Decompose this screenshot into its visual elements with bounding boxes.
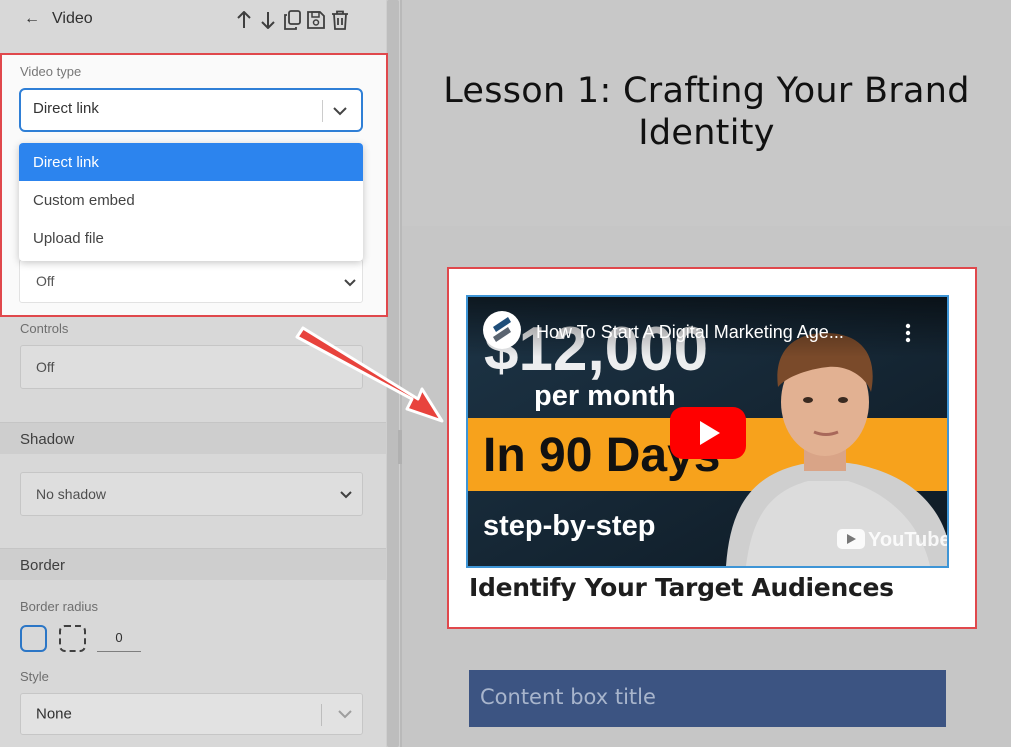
trash-icon[interactable]	[330, 8, 350, 32]
autoplay-select[interactable]: Off	[19, 259, 363, 303]
channel-avatar[interactable]	[483, 311, 521, 349]
shadow-section-header[interactable]: Shadow	[0, 422, 386, 454]
panel-toolbar	[234, 8, 350, 32]
back-button[interactable]: ← Video	[24, 10, 93, 28]
back-arrow-icon: ←	[24, 10, 40, 27]
border-style-label: Style	[20, 669, 49, 684]
video-caption: Identify Your Target Audiences	[469, 573, 894, 602]
video-type-dropdown: Direct link Custom embed Upload file	[19, 143, 363, 261]
option-direct-link[interactable]: Direct link	[19, 143, 363, 181]
autoplay-value: Off	[36, 273, 55, 289]
shadow-value: No shadow	[36, 486, 107, 502]
save-icon[interactable]	[306, 8, 326, 32]
select-separator	[322, 100, 323, 122]
chevron-down-icon	[338, 706, 352, 722]
border-style-select[interactable]: None	[20, 693, 363, 735]
border-radius-input[interactable]: 0	[97, 626, 141, 652]
chevron-down-icon	[344, 274, 356, 292]
border-style-value: None	[36, 705, 72, 723]
panel-topbar: ← Video	[0, 0, 386, 42]
video-player[interactable]: $12,000 per month In 90 Days step-by-ste…	[466, 295, 949, 568]
play-button-icon[interactable]	[670, 407, 746, 459]
panel-title: Video	[52, 10, 93, 27]
controls-value: Off	[36, 359, 55, 375]
annotation-arrow-icon	[295, 326, 444, 423]
arrow-up-icon[interactable]	[234, 8, 254, 32]
thumbnail-footer-text: step-by-step	[483, 510, 655, 542]
border-section-header[interactable]: Border	[0, 548, 386, 580]
arrow-down-icon[interactable]	[258, 8, 278, 32]
video-type-value: Direct link	[33, 100, 99, 117]
content-box-title[interactable]: Content box title	[480, 685, 656, 709]
shadow-select[interactable]: No shadow	[20, 472, 363, 516]
lesson-title: Lesson 1: Crafting Your Brand Identity	[443, 71, 970, 153]
radius-individual-corners-icon[interactable]	[59, 625, 86, 652]
youtube-logo-icon[interactable]: YouTube	[837, 529, 947, 551]
option-custom-embed[interactable]: Custom embed	[19, 181, 363, 219]
video-title[interactable]: How To Start A Digital Marketing Age...	[536, 322, 844, 342]
video-type-select[interactable]: Direct link	[19, 88, 363, 132]
option-upload-file[interactable]: Upload file	[19, 219, 363, 257]
video-thumbnail: $12,000 per month In 90 Days step-by-ste…	[468, 297, 947, 566]
chevron-down-icon	[340, 486, 352, 502]
radius-all-corners-icon[interactable]	[20, 625, 47, 652]
border-heading: Border	[20, 557, 66, 574]
select-separator	[321, 704, 322, 726]
more-options-icon[interactable]	[905, 323, 911, 343]
border-radius-label: Border radius	[20, 599, 99, 614]
video-type-label: Video type	[20, 64, 82, 79]
youtube-logo-text: YouTube	[868, 529, 947, 551]
content-box[interactable]: Content box title	[469, 670, 946, 727]
shadow-heading: Shadow	[20, 431, 75, 448]
thumbnail-per-month: per month	[534, 380, 676, 412]
copy-icon[interactable]	[282, 8, 302, 32]
chevron-down-icon	[332, 100, 348, 127]
controls-label: Controls	[20, 321, 69, 336]
